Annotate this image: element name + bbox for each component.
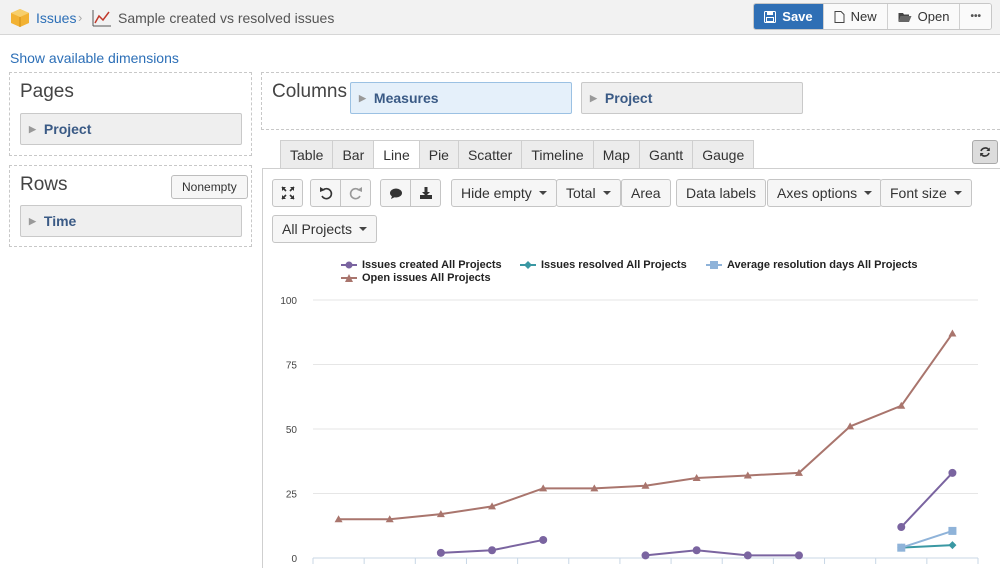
tab-gauge[interactable]: Gauge: [692, 140, 755, 169]
tab-pie[interactable]: Pie: [418, 140, 458, 169]
nonempty-button[interactable]: Nonempty: [171, 175, 248, 199]
data-point: [692, 546, 701, 555]
series-line: [645, 549, 799, 557]
tab-table[interactable]: Table: [280, 140, 333, 169]
breadcrumb-separator: ›: [78, 10, 83, 25]
new-label: New: [850, 9, 877, 24]
breadcrumb-issues[interactable]: Issues: [10, 0, 76, 35]
data-point: [897, 543, 906, 552]
open-button[interactable]: Open: [887, 4, 961, 29]
series-line: [338, 332, 954, 521]
save-button[interactable]: Save: [754, 4, 824, 29]
top-bar: Issues › Sample created vs resolved issu…: [0, 0, 1000, 35]
line-chart-icon: [92, 9, 111, 26]
issues-box-icon: [11, 8, 29, 27]
report-title: Sample created vs resolved issues: [118, 9, 335, 26]
expand-triangle-icon: ▶: [359, 92, 366, 103]
chart-area: Hide empty Total Area Data labels Axes o…: [262, 168, 1000, 568]
tab-gantt[interactable]: Gantt: [638, 140, 693, 169]
columns-title: Columns: [272, 81, 347, 102]
pages-project-label: Project: [43, 121, 92, 137]
new-button[interactable]: New: [823, 4, 888, 29]
tab-map[interactable]: Map: [592, 140, 639, 169]
data-point: [948, 329, 957, 337]
data-point: [488, 546, 497, 555]
rows-panel: Rows Nonempty ▶ Time: [9, 165, 252, 247]
rows-time-label: Time: [43, 213, 77, 229]
columns-panel: Columns ▶ Measures ▶ Project: [261, 72, 1000, 130]
data-point: [948, 526, 957, 535]
y-tick-label: 50: [286, 425, 298, 436]
new-document-icon: [834, 10, 845, 23]
data-point: [897, 523, 906, 532]
tab-bar[interactable]: Bar: [332, 140, 374, 169]
y-tick-label: 100: [280, 296, 297, 307]
columns-measures-chip[interactable]: ▶ Measures: [350, 82, 572, 114]
y-tick-label: 25: [286, 490, 298, 501]
refresh-button[interactable]: [972, 140, 998, 164]
breadcrumb-report: Sample created vs resolved issues: [92, 0, 334, 35]
more-button[interactable]: •••: [960, 4, 991, 29]
data-point: [743, 551, 752, 560]
data-point: [641, 551, 650, 560]
y-tick-label: 0: [291, 554, 297, 565]
data-point: [794, 551, 803, 560]
data-point: [436, 548, 445, 557]
tab-scatter[interactable]: Scatter: [457, 140, 522, 169]
columns-project-label: Project: [604, 90, 653, 106]
show-dimensions-link[interactable]: Show available dimensions: [10, 50, 179, 66]
pages-project-chip[interactable]: ▶ Project: [20, 113, 242, 145]
save-label: Save: [782, 9, 813, 24]
line-chart: 0 25 50 75 100: [280, 296, 979, 565]
breadcrumb-issues-label: Issues: [36, 9, 77, 26]
data-point: [539, 535, 548, 544]
refresh-icon: [980, 147, 990, 157]
expand-triangle-icon: ▶: [29, 123, 36, 134]
expand-triangle-icon: ▶: [29, 215, 36, 226]
tab-timeline[interactable]: Timeline: [521, 140, 593, 169]
data-point: [948, 541, 957, 550]
pages-panel: Pages ▶ Project: [9, 72, 252, 156]
rows-title: Rows: [20, 174, 68, 195]
tab-line[interactable]: Line: [373, 140, 419, 169]
folder-open-icon: [898, 12, 912, 22]
y-tick-label: 75: [286, 361, 298, 372]
rows-time-chip[interactable]: ▶ Time: [20, 205, 242, 237]
data-point: [948, 468, 957, 477]
more-icon: •••: [970, 11, 981, 22]
report-actions: Save New Open •••: [753, 3, 992, 30]
columns-project-chip[interactable]: ▶ Project: [581, 82, 803, 114]
floppy-icon: [764, 10, 777, 23]
chart-type-tabs: Table Bar Line Pie Scatter Timeline Map …: [280, 140, 755, 169]
columns-measures-label: Measures: [373, 90, 439, 106]
series-line: [900, 472, 954, 528]
expand-triangle-icon: ▶: [590, 92, 597, 103]
pages-title: Pages: [20, 81, 74, 102]
open-label: Open: [917, 9, 950, 24]
